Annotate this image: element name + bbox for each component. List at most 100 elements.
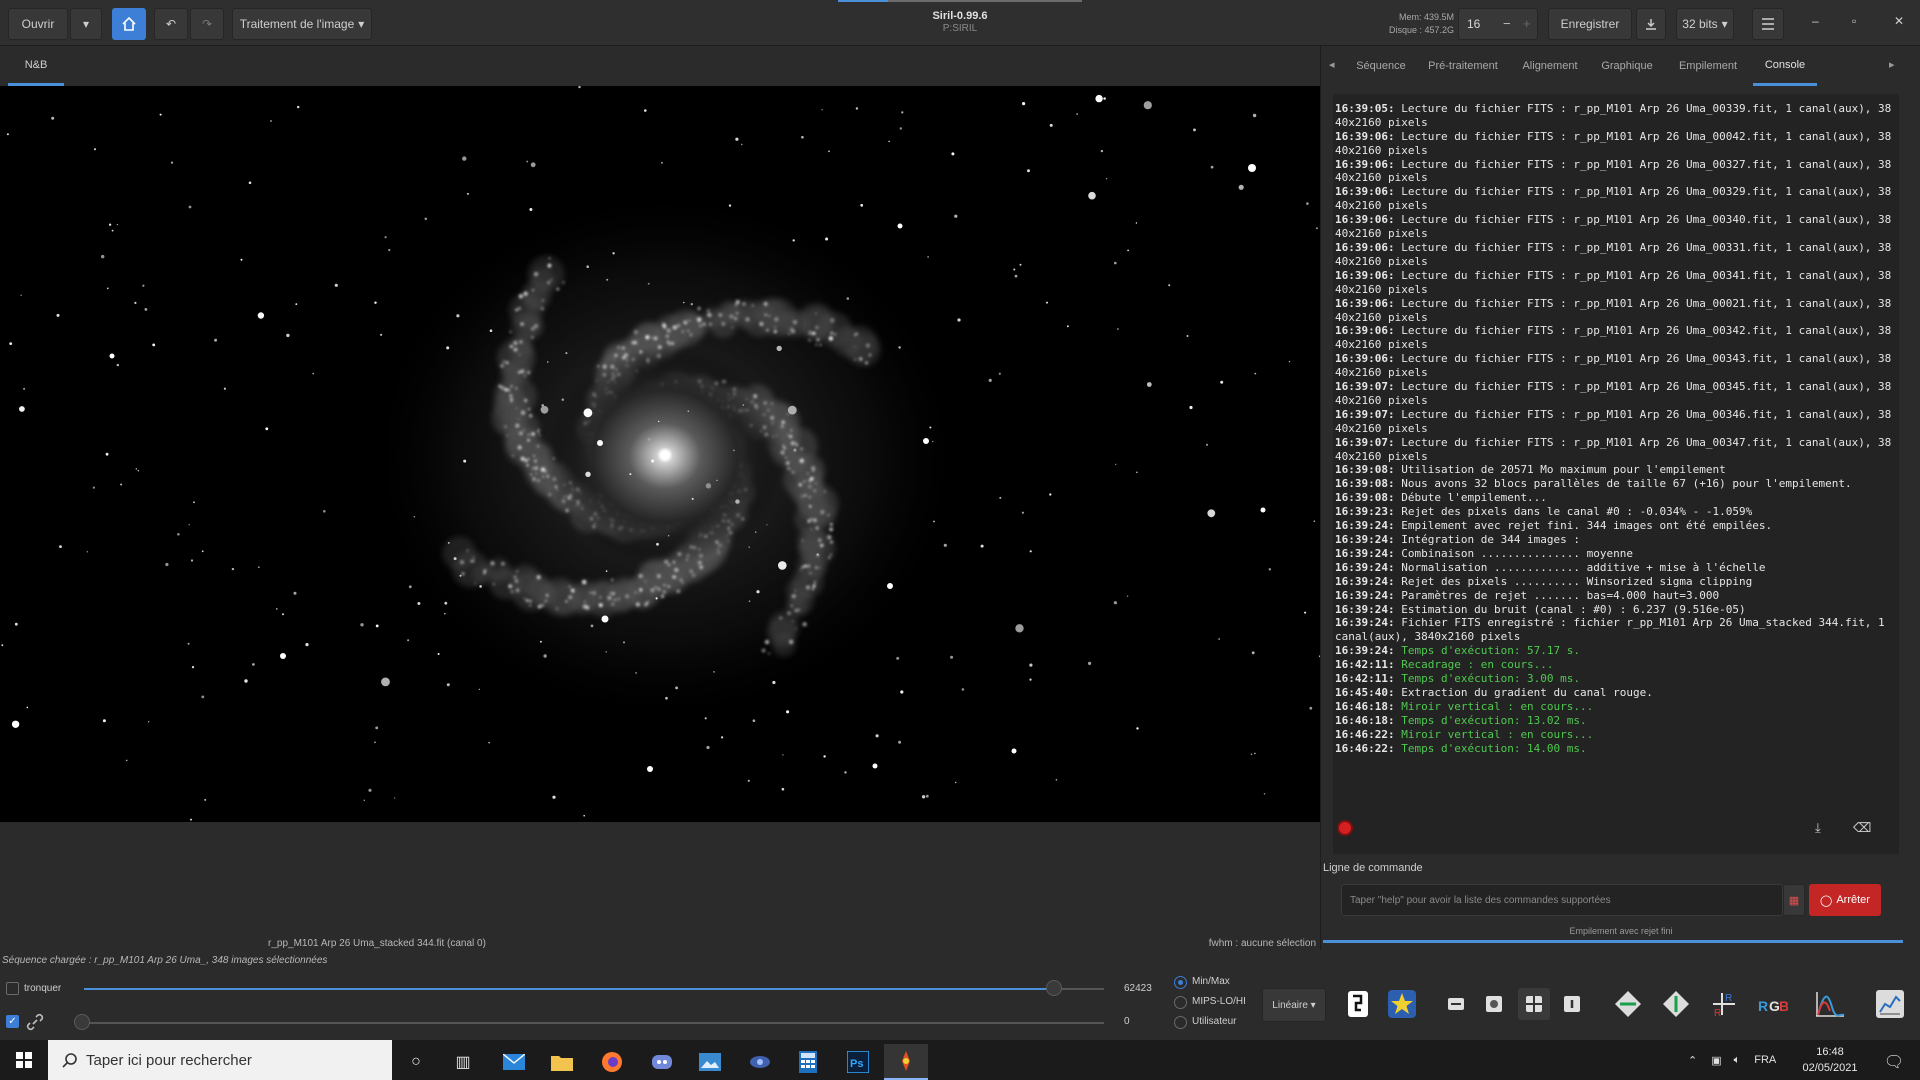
histogram-button[interactable] bbox=[1814, 988, 1846, 1020]
tab-plot[interactable]: Graphique bbox=[1591, 46, 1663, 86]
mode-minmax-radio[interactable] bbox=[1174, 976, 1187, 989]
close-button[interactable]: ✕ bbox=[1894, 14, 1904, 28]
tab-stacking[interactable]: Empilement bbox=[1667, 46, 1749, 86]
stop-button[interactable]: ◯ Arrêter bbox=[1809, 884, 1881, 916]
open-dropdown-button[interactable]: ▾ bbox=[70, 8, 102, 40]
link-checkbox[interactable]: ✓ bbox=[6, 1015, 19, 1028]
stretch-mode-dropdown[interactable]: Linéaire ▾ bbox=[1262, 988, 1326, 1022]
minimize-button[interactable]: – bbox=[1812, 14, 1819, 28]
mode-user-label: Utilisateur bbox=[1192, 1016, 1237, 1027]
notifications-button[interactable]: 🗨︎ bbox=[1872, 1044, 1916, 1080]
low-slider-track[interactable] bbox=[84, 1022, 1104, 1024]
console-timestamp: 16:39:06: bbox=[1335, 213, 1395, 227]
volume-icon[interactable]: 🔈︎ bbox=[1734, 1054, 1741, 1067]
tab-scroll-right-icon[interactable]: ▸ bbox=[1889, 58, 1895, 71]
console-timestamp: 16:39:24: bbox=[1335, 602, 1395, 616]
home-button[interactable] bbox=[112, 8, 146, 40]
console-text: Rejet des pixels dans le canal #0 : -0.0… bbox=[1394, 505, 1753, 519]
rgb-tool-button[interactable]: RGB bbox=[1756, 988, 1788, 1020]
cortana-button[interactable]: ○ bbox=[394, 1044, 438, 1080]
photoshop-app[interactable]: Ps bbox=[836, 1044, 880, 1080]
image-viewport[interactable] bbox=[0, 86, 1320, 822]
statistics-button[interactable] bbox=[1874, 988, 1906, 1020]
threads-spinner[interactable]: 16 − + bbox=[1458, 8, 1538, 40]
tab-scroll-left-icon[interactable]: ◂ bbox=[1329, 58, 1335, 71]
tab-preprocessing[interactable]: Pré-traitement bbox=[1417, 46, 1509, 86]
network-icon[interactable]: ▣ bbox=[1711, 1054, 1721, 1067]
mail-app[interactable] bbox=[492, 1044, 536, 1080]
console-line: 16:42:11: Recadrage : en cours... bbox=[1335, 658, 1897, 672]
photos-app[interactable] bbox=[688, 1044, 732, 1080]
tab-sequence[interactable]: Séquence bbox=[1347, 46, 1415, 86]
undo-button[interactable]: ↶ bbox=[154, 8, 188, 40]
console-log[interactable]: 16:39:05: Lecture du fichier FITS : r_pp… bbox=[1333, 94, 1899, 854]
image-bottom-area bbox=[0, 822, 1320, 952]
console-text: Lecture du fichier FITS : r_pp_M101 Arp … bbox=[1335, 296, 1892, 324]
clear-log-icon[interactable]: ⌫ bbox=[1853, 820, 1871, 836]
low-slider-knob[interactable] bbox=[74, 1014, 90, 1030]
align-tool-button-2[interactable] bbox=[1660, 988, 1692, 1020]
console-line: 16:39:24: Rejet des pixels .......... Wi… bbox=[1335, 575, 1897, 589]
color-map-button[interactable] bbox=[1386, 988, 1418, 1020]
tab-registration[interactable]: Alignement bbox=[1511, 46, 1589, 86]
tray-overflow-icon[interactable]: ⌃ bbox=[1688, 1054, 1697, 1067]
redo-button[interactable]: ↷ bbox=[190, 8, 224, 40]
calculator-app[interactable] bbox=[786, 1044, 830, 1080]
crop-icon: RR bbox=[1713, 993, 1735, 1019]
console-line: 16:39:24: Intégration de 344 images : bbox=[1335, 533, 1897, 547]
maximize-button[interactable]: ▫ bbox=[1852, 14, 1856, 28]
discord-app[interactable] bbox=[640, 1044, 684, 1080]
save-as-button[interactable] bbox=[1636, 8, 1666, 40]
console-timestamp: 16:39:06: bbox=[1335, 157, 1395, 171]
firefox-app[interactable] bbox=[590, 1044, 634, 1080]
open-button[interactable]: Ouvrir bbox=[8, 8, 68, 40]
command-input[interactable]: Taper "help" pour avoir la liste des com… bbox=[1341, 884, 1783, 916]
clip-checkbox[interactable] bbox=[6, 982, 19, 995]
project-title: P:SIRIL bbox=[942, 23, 978, 34]
decrement-icon[interactable]: − bbox=[1503, 16, 1511, 31]
display-mode-button-1[interactable] bbox=[1440, 988, 1472, 1020]
increment-icon[interactable]: + bbox=[1523, 16, 1531, 31]
siril-window: Ouvrir ▾ ↶ ↷ Traitement de l'image ▾ Sir… bbox=[0, 0, 1920, 1080]
start-button[interactable] bbox=[2, 1042, 46, 1078]
link-icon[interactable] bbox=[24, 1011, 46, 1033]
console-line: 16:39:06: Lecture du fichier FITS : r_pp… bbox=[1335, 158, 1897, 186]
cortana-icon: ○ bbox=[411, 1053, 421, 1070]
image-processing-menu[interactable]: Traitement de l'image ▾ bbox=[232, 8, 372, 40]
tab-nb[interactable]: N&B bbox=[8, 46, 64, 86]
console-line: 16:39:24: Combinaison ............... mo… bbox=[1335, 547, 1897, 561]
console-text: Lecture du fichier FITS : r_pp_M101 Arp … bbox=[1335, 352, 1892, 380]
bit-depth-menu[interactable]: 32 bits ▾ bbox=[1676, 8, 1734, 40]
siril-app[interactable] bbox=[884, 1044, 928, 1080]
record-log-button[interactable] bbox=[1337, 820, 1353, 836]
negative-icon bbox=[1348, 991, 1368, 1017]
tab-console[interactable]: Console bbox=[1753, 46, 1817, 86]
astro-app[interactable] bbox=[738, 1044, 782, 1080]
mode-user-radio[interactable] bbox=[1174, 1016, 1187, 1029]
negative-view-button[interactable] bbox=[1342, 988, 1374, 1020]
mode-mips-radio[interactable] bbox=[1174, 996, 1187, 1009]
display-mode-button-4[interactable] bbox=[1556, 988, 1588, 1020]
console-line: 16:39:06: Lecture du fichier FITS : r_pp… bbox=[1335, 185, 1897, 213]
console-timestamp: 16:46:22: bbox=[1335, 727, 1395, 741]
crop-tool-button[interactable]: RR bbox=[1708, 988, 1740, 1020]
script-help-button[interactable]: ▦ bbox=[1783, 884, 1805, 916]
console-timestamp: 16:39:06: bbox=[1335, 352, 1395, 366]
align-tool-button-1[interactable] bbox=[1612, 988, 1644, 1020]
command-line-label: Ligne de commande bbox=[1323, 862, 1423, 874]
taskbar-search[interactable]: Taper ici pour rechercher bbox=[48, 1040, 392, 1080]
console-text: Temps d'exécution: 14.00 ms. bbox=[1394, 741, 1587, 755]
high-slider-knob[interactable] bbox=[1046, 980, 1062, 996]
high-slider-track[interactable] bbox=[84, 988, 1054, 990]
folder-icon bbox=[551, 1056, 573, 1071]
save-button[interactable]: Enregistrer bbox=[1548, 8, 1632, 40]
main-menu-button[interactable] bbox=[1752, 8, 1784, 40]
display-mode-button-3[interactable] bbox=[1518, 988, 1550, 1020]
scroll-to-end-icon[interactable]: ⤓ bbox=[1815, 820, 1821, 836]
task-view-button[interactable]: ▥ bbox=[441, 1044, 485, 1080]
tab-nb-label: N&B bbox=[24, 58, 48, 71]
taskbar-clock[interactable]: 16:48 02/05/2021 bbox=[1798, 1044, 1862, 1076]
file-explorer-app[interactable] bbox=[540, 1044, 584, 1080]
language-indicator[interactable]: FRA bbox=[1754, 1054, 1776, 1066]
display-mode-button-2[interactable] bbox=[1478, 988, 1510, 1020]
